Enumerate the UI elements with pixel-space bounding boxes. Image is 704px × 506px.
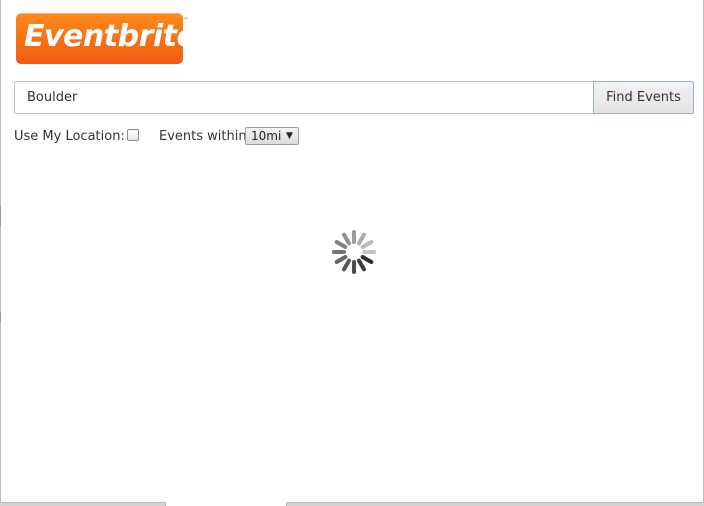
eventbrite-logo: Eventbrite ™: [16, 13, 197, 66]
logo-badge: Eventbrite: [16, 13, 197, 64]
page: Eventbrite ™ Find Events Use My Location…: [0, 0, 704, 506]
eventbrite-popup: Eventbrite ™ Find Events Use My Location…: [0, 0, 704, 503]
spinner-spoke: [342, 258, 351, 272]
spinner-spoke: [357, 258, 366, 272]
distance-select-value: 10mi: [251, 129, 282, 143]
background-edge-mark: [0, 206, 1, 226]
logo-trademark: ™: [183, 17, 189, 24]
spinner-spoke: [334, 255, 348, 264]
distance-select[interactable]: 10mi ▼: [245, 127, 299, 145]
spinner-spoke: [360, 255, 374, 264]
events-within-label: Events within: [159, 129, 247, 144]
spinner-spoke: [360, 240, 374, 249]
logo-text: Eventbrite: [24, 19, 197, 54]
location-search-input[interactable]: [14, 81, 594, 114]
background-edge-mark: [0, 312, 1, 322]
chevron-down-icon: ▼: [286, 131, 293, 141]
use-my-location-label: Use My Location:: [14, 129, 125, 144]
loading-spinner-icon: [332, 230, 376, 274]
spinner-spoke: [357, 232, 366, 246]
spinner-spoke: [342, 232, 351, 246]
spinner-spoke: [334, 240, 348, 249]
find-events-button[interactable]: Find Events: [593, 81, 694, 114]
use-my-location-checkbox[interactable]: [127, 129, 139, 141]
search-options: Use My Location: Events within 10mi ▼: [14, 127, 414, 147]
background-window-strip: [165, 502, 287, 506]
search-row: Find Events: [14, 81, 694, 114]
